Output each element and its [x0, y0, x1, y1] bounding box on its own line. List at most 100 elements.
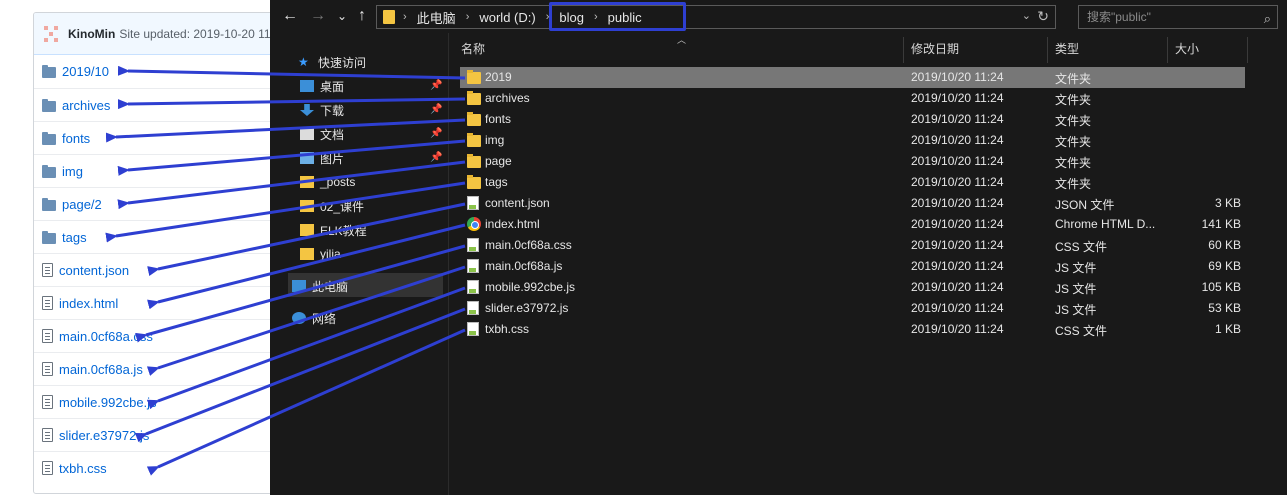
sidebar-item[interactable]: yilia	[300, 244, 341, 264]
file-date: 2019/10/20 11:24	[911, 133, 1004, 147]
column-divider[interactable]	[903, 37, 904, 63]
file-list: ︿ 名称 修改日期 类型 大小 2019 2019/10/20 11:24 文件夹 a…	[455, 33, 1287, 495]
sidebar-item-label: 图片	[320, 151, 345, 166]
file-row[interactable]: mobile.992cbe.js 2019/10/20 11:24 JS 文件 105…	[460, 277, 1245, 298]
search-icon: ⌕	[1263, 11, 1271, 26]
file-row[interactable]: main.0cf68a.css 2019/10/20 11:24 CSS 文件 60 …	[460, 235, 1245, 256]
folder-icon	[467, 154, 481, 168]
search-input[interactable]: 搜索"public" ⌕	[1078, 5, 1278, 29]
sidebar-item[interactable]: 下载	[300, 100, 344, 120]
file-row[interactable]: 2019 2019/10/20 11:24 文件夹	[460, 67, 1245, 88]
pin-icon[interactable]: 📌	[430, 128, 442, 139]
file-link[interactable]: content.json	[59, 263, 129, 278]
recent-locations-button[interactable]: ⌄	[332, 6, 352, 26]
sidebar-item-label: 02_课件	[320, 199, 365, 214]
file-link[interactable]: index.html	[59, 296, 118, 311]
file-row[interactable]: slider.e37972.js 2019/10/20 11:24 JS 文件 53 …	[460, 298, 1245, 319]
sidebar-item[interactable]: ELK教程	[300, 220, 367, 240]
column-header-date[interactable]: 修改日期	[905, 37, 1045, 61]
chevron-right-icon[interactable]: ›	[466, 11, 470, 23]
folder-icon	[300, 224, 314, 236]
refresh-icon[interactable]: ↻	[1037, 8, 1049, 25]
column-divider[interactable]	[1167, 37, 1168, 63]
column-header-type[interactable]: 类型	[1049, 37, 1167, 61]
folder-icon	[42, 65, 56, 78]
pane-divider[interactable]	[448, 33, 449, 495]
file-size: 3 KB	[1214, 196, 1241, 210]
list-item: slider.e37972.js	[34, 418, 292, 451]
network-icon	[292, 312, 306, 324]
file-row[interactable]: tags 2019/10/20 11:24 文件夹	[460, 172, 1245, 193]
file-icon	[42, 296, 53, 310]
document-icon	[467, 280, 479, 294]
address-bar[interactable]: › 此电脑 › world (D:) › blog › public ⌄ ↻	[376, 5, 1056, 29]
sidebar-item[interactable]: _posts	[300, 172, 355, 192]
sidebar-item[interactable]: 文档	[300, 124, 344, 144]
download-icon	[300, 104, 314, 116]
file-row[interactable]: content.json 2019/10/20 11:24 JSON 文件 3 KB	[460, 193, 1245, 214]
breadcrumb-world-d[interactable]: world (D:)	[479, 10, 535, 25]
avatar[interactable]	[42, 24, 62, 44]
computer-icon	[292, 280, 306, 292]
sidebar-item[interactable]: 02_课件	[300, 196, 364, 216]
file-date: 2019/10/20 11:24	[911, 280, 1004, 294]
file-type: JS 文件	[1055, 261, 1097, 275]
file-row[interactable]: archives 2019/10/20 11:24 文件夹	[460, 88, 1245, 109]
forward-button[interactable]: →	[308, 6, 328, 26]
list-item: fonts	[34, 121, 292, 154]
sidebar-item[interactable]: 图片	[300, 148, 344, 168]
sidebar-item[interactable]: 此电脑	[292, 276, 348, 296]
file-type: 文件夹	[1055, 156, 1092, 170]
pin-icon[interactable]: 📌	[430, 152, 442, 163]
column-divider[interactable]	[1047, 37, 1048, 63]
pin-icon[interactable]: 📌	[430, 104, 442, 115]
file-size: 141 KB	[1201, 217, 1241, 231]
file-date: 2019/10/20 11:24	[911, 91, 1004, 105]
file-link[interactable]: fonts	[62, 131, 90, 146]
document-icon	[467, 322, 479, 336]
breadcrumb-this-pc[interactable]: 此电脑	[417, 8, 456, 27]
file-link[interactable]: 2019/10	[62, 64, 109, 79]
file-link[interactable]: slider.e37972.js	[59, 428, 149, 443]
list-item: content.json	[34, 253, 292, 286]
file-icon	[42, 329, 53, 343]
up-button[interactable]: ↑	[352, 6, 372, 26]
file-row[interactable]: img 2019/10/20 11:24 文件夹	[460, 130, 1245, 151]
chevron-right-icon[interactable]: ›	[403, 11, 407, 23]
folder-icon	[383, 10, 395, 24]
file-name: index.html	[485, 217, 540, 231]
file-row[interactable]: fonts 2019/10/20 11:24 文件夹	[460, 109, 1245, 130]
file-row[interactable]: txbh.css 2019/10/20 11:24 CSS 文件 1 KB	[460, 319, 1245, 340]
file-link[interactable]: tags	[62, 230, 87, 245]
file-name: fonts	[485, 112, 512, 126]
file-type: CSS 文件	[1055, 324, 1108, 338]
file-link[interactable]: mobile.992cbe.js	[59, 395, 157, 410]
file-row[interactable]: main.0cf68a.js 2019/10/20 11:24 JS 文件 69 KB	[460, 256, 1245, 277]
file-name: tags	[485, 175, 508, 189]
file-link[interactable]: archives	[62, 98, 110, 113]
column-divider[interactable]	[1247, 37, 1248, 63]
file-type: 文件夹	[1055, 72, 1092, 86]
document-icon	[467, 196, 479, 210]
column-header-name[interactable]: 名称	[455, 37, 895, 61]
sidebar-item[interactable]: ★ 快速访问	[298, 52, 366, 72]
owner-name[interactable]: KinoMin	[68, 27, 115, 41]
file-link[interactable]: main.0cf68a.css	[59, 329, 153, 344]
list-item: txbh.css	[34, 451, 292, 484]
file-name: main.0cf68a.js	[485, 259, 563, 273]
column-header-size[interactable]: 大小	[1169, 37, 1247, 61]
file-link[interactable]: txbh.css	[59, 461, 107, 476]
sidebar-item[interactable]: 桌面	[300, 76, 344, 96]
file-link[interactable]: main.0cf68a.js	[59, 362, 143, 377]
folder-icon	[467, 91, 481, 105]
back-button[interactable]: ←	[280, 6, 300, 26]
file-link[interactable]: img	[62, 164, 83, 179]
file-name: 2019	[485, 70, 512, 84]
file-row[interactable]: page 2019/10/20 11:24 文件夹	[460, 151, 1245, 172]
file-date: 2019/10/20 11:24	[911, 259, 1004, 273]
file-row[interactable]: index.html 2019/10/20 11:24 Chrome HTML D.…	[460, 214, 1245, 235]
file-link[interactable]: page/2	[62, 197, 102, 212]
sidebar-item[interactable]: 网络	[292, 308, 336, 328]
chevron-down-icon[interactable]: ⌄	[1022, 9, 1031, 22]
pin-icon[interactable]: 📌	[430, 80, 442, 91]
